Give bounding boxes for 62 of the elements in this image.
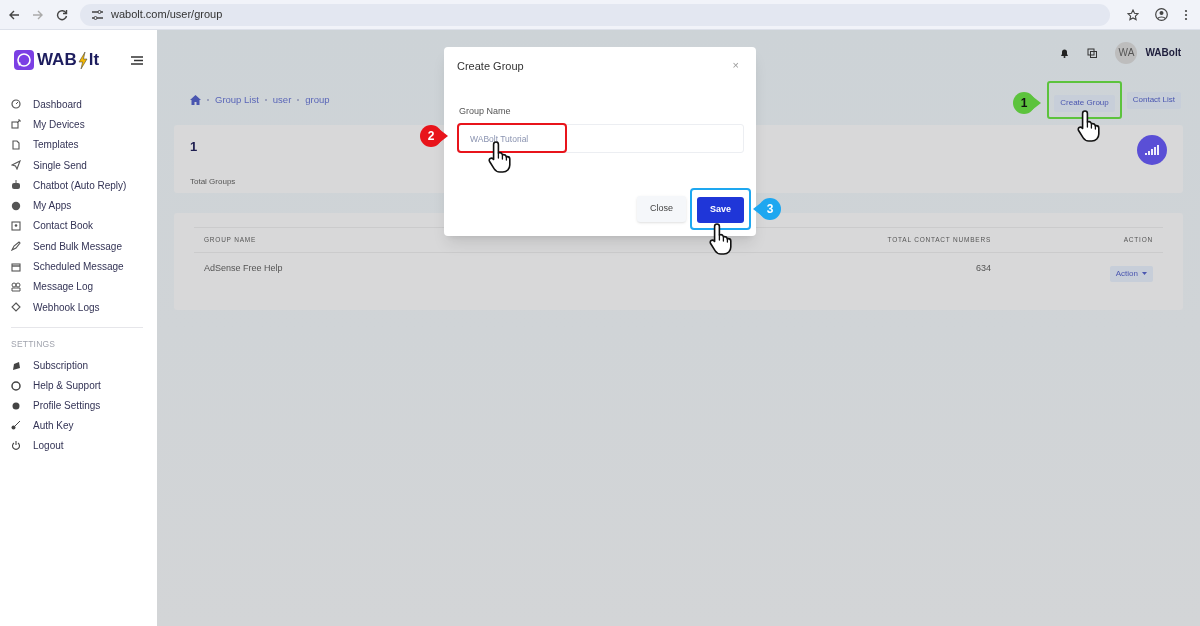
paper-plane-icon [11,160,21,171]
sidebar-item[interactable]: Auth Key [11,415,143,436]
menu-icon[interactable] [131,55,143,65]
contact-list-button[interactable]: Contact List [1126,91,1181,109]
more-icon[interactable] [1184,8,1188,21]
sidebar-item[interactable]: Message Log [11,276,143,297]
avatar[interactable]: WA [1115,41,1138,64]
field-label: Group Name [459,104,512,118]
bell-icon[interactable] [1060,47,1070,58]
sidebar-item[interactable]: My Apps [11,195,143,216]
document-icon [11,139,21,150]
sidebar-item[interactable]: Webhook Logs [11,296,143,318]
diamond-icon [11,302,21,313]
logo: WAB lt [14,47,100,73]
sidebar-item[interactable]: Send Bulk Message [11,236,143,257]
caret-icon [1142,272,1147,276]
windows-icon[interactable] [1087,47,1098,58]
create-group-button[interactable]: Create Group [1054,94,1115,112]
sidebar-item[interactable]: Profile Settings [11,395,143,416]
site-settings-icon [92,9,103,20]
stat-label: Total Groups [190,175,236,188]
sidebar-item[interactable]: Templates [11,134,143,155]
table-cell: 634 [701,252,1001,289]
star-icon[interactable] [1127,8,1139,21]
sidebar-item[interactable]: Contact Book [11,215,143,237]
breadcrumb-link[interactable]: user [272,92,292,108]
chat-bubble-logo-icon [14,50,34,70]
key-icon [11,420,21,431]
address-bar[interactable]: wabolt.com/user/group [80,3,1110,26]
stat-value: 1 [190,138,199,156]
back-icon[interactable] [8,8,20,21]
breadcrumb-link[interactable]: Group List [215,92,259,108]
save-button[interactable]: Save [697,197,744,223]
robot-icon [11,180,21,191]
sidebar-item[interactable]: Help & Support [11,375,143,396]
lightning-bolt-icon [77,51,88,69]
device-icon [11,119,21,130]
sidebar-item[interactable]: Logout [11,435,143,455]
sidebar-item[interactable]: Chatbot (Auto Reply) [11,175,143,196]
sidebar-item[interactable]: Dashboard [11,94,143,115]
hand-pointer-icon [1076,109,1102,145]
section-heading: SETTINGS [11,338,57,351]
calendar-icon [11,261,21,272]
sidebar-item[interactable]: Scheduled Message [11,256,143,277]
contact-card-icon [11,220,21,231]
gauge-icon [11,99,21,110]
power-icon [11,440,21,451]
home-icon[interactable] [190,95,201,105]
dialog-title: Create Group [457,59,524,74]
user-name: WABolt [1145,46,1181,60]
sidebar-item[interactable]: Subscription [11,356,143,376]
url-text: wabolt.com/user/group [111,7,223,23]
profile-icon[interactable] [1155,8,1168,21]
sidebar-item[interactable]: Single Send [11,154,143,176]
reload-icon[interactable] [56,8,68,21]
sidebar-item[interactable]: My Devices [11,114,143,135]
table-cell: AdSense Free Help [194,252,701,289]
close-button[interactable]: Close [637,196,686,223]
breadcrumb-link[interactable]: group [305,92,330,108]
action-dropdown[interactable]: Action [1109,265,1153,282]
hand-pointer-icon [487,140,513,176]
signal-bars-badge-icon [1137,135,1167,165]
